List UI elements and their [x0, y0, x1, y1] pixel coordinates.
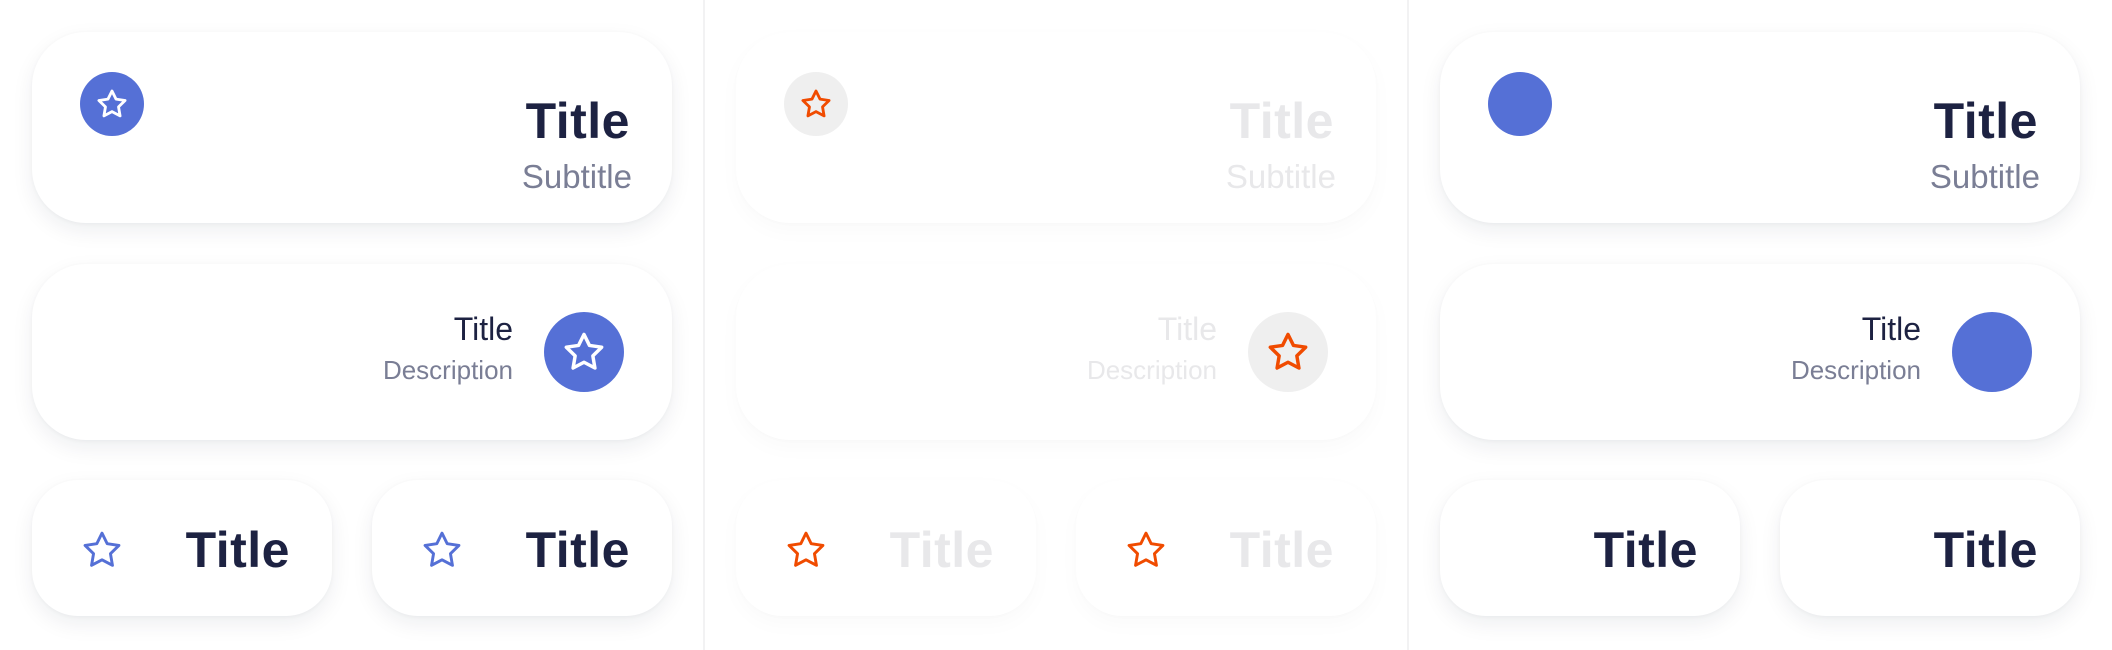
card-subtitle: Subtitle	[521, 158, 632, 195]
star-icon-badge	[1248, 312, 1328, 392]
panel-enabled-no-icons: Title Subtitle Title Description Title T…	[1408, 0, 2112, 650]
star-icon-slot	[1124, 528, 1168, 572]
small-title-card-disabled: Title	[1076, 480, 1376, 616]
star-icon-badge	[784, 72, 848, 136]
panel-divider	[1407, 0, 1409, 650]
card-title: Title	[1229, 522, 1334, 578]
star-icon	[1268, 332, 1308, 370]
star-icon	[83, 531, 121, 567]
circle-icon	[1952, 312, 2032, 392]
star-icon	[97, 89, 127, 118]
card-title: Title	[453, 311, 513, 347]
card-title: Title	[1933, 522, 2038, 578]
card-title: Title	[525, 93, 630, 149]
star-icon	[423, 531, 461, 567]
card-title: Title	[1933, 93, 2038, 149]
circle-icon	[1488, 72, 1552, 136]
card-description: Description	[1086, 355, 1217, 385]
card-title: Title	[1229, 93, 1334, 149]
small-title-card[interactable]: Title	[1780, 480, 2080, 616]
title-description-card[interactable]: Title Description	[1440, 264, 2080, 440]
star-icon-slot	[420, 528, 464, 572]
panel-disabled: Title Subtitle Title Description Title T…	[704, 0, 1408, 650]
star-icon-badge	[80, 72, 144, 136]
small-title-card[interactable]: Title	[32, 480, 332, 616]
card-subtitle: Subtitle	[1225, 158, 1336, 195]
small-title-card[interactable]: Title	[372, 480, 672, 616]
star-icon	[564, 332, 604, 370]
title-description-card[interactable]: Title Description	[32, 264, 672, 440]
small-title-card-disabled: Title	[736, 480, 1036, 616]
star-icon-slot	[80, 528, 124, 572]
small-title-card[interactable]: Title	[1440, 480, 1740, 616]
star-icon-slot	[784, 528, 828, 572]
panel-divider	[703, 0, 705, 650]
card-description: Description	[382, 355, 513, 385]
title-description-card-disabled: Title Description	[736, 264, 1376, 440]
star-icon	[801, 89, 831, 118]
star-icon	[787, 531, 825, 567]
title-subtitle-card[interactable]: Title Subtitle	[1440, 32, 2080, 223]
star-icon-badge	[544, 312, 624, 392]
panel-enabled-with-icons: Title Subtitle Title Description Title T…	[0, 0, 704, 650]
card-title: Title	[1861, 311, 1921, 347]
card-subtitle: Subtitle	[1929, 158, 2040, 195]
card-title: Title	[1593, 522, 1698, 578]
card-title: Title	[889, 522, 994, 578]
star-icon	[1127, 531, 1165, 567]
card-title: Title	[525, 522, 630, 578]
card-title: Title	[185, 522, 290, 578]
card-gallery: Title Subtitle Title Description Title T…	[0, 0, 2112, 650]
title-subtitle-card[interactable]: Title Subtitle	[32, 32, 672, 223]
card-description: Description	[1790, 355, 1921, 385]
title-subtitle-card-disabled: Title Subtitle	[736, 32, 1376, 223]
card-title: Title	[1157, 311, 1217, 347]
